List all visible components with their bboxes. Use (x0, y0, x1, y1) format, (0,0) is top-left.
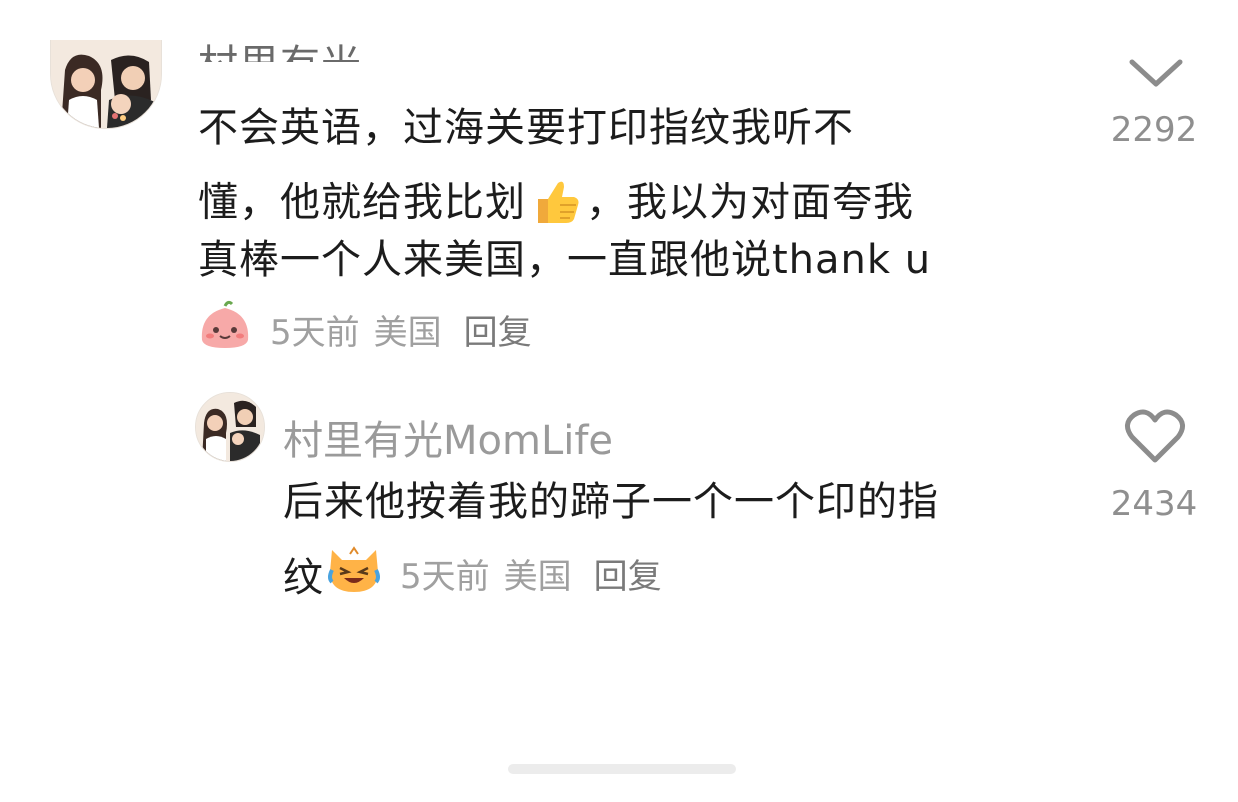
chevron-down-icon[interactable] (1128, 52, 1184, 92)
comment-time: 5天前 (400, 557, 490, 597)
comment-item-1: 村里有光 2292 不会英语，过海关要打印指纹我听不 懂，他就给我比划 ，我以为… (0, 0, 1238, 360)
username-cut: 村里有光 (198, 40, 398, 62)
avatar[interactable] (50, 40, 162, 129)
comment-time: 5天前 (270, 313, 360, 353)
family-avatar-icon (196, 393, 264, 461)
comment-line-2-meta: 纹 5天前 美国 回复 (283, 544, 662, 603)
avatar[interactable] (195, 392, 265, 462)
comment-text-line-1: 不会英语，过海关要打印指纹我听不 (198, 105, 854, 151)
username[interactable]: 村里有光MomLife (283, 408, 613, 466)
comment-location: 美国 (503, 557, 572, 597)
like-count: 2434 (1110, 484, 1198, 524)
reply-button[interactable]: 回复 (464, 305, 532, 354)
thumbs-up-icon (530, 175, 582, 234)
home-indicator (508, 764, 736, 774)
comment-text-line-1: 后来他按着我的蹄子一个一个印的指 (283, 479, 939, 525)
like-count: 2292 (1110, 110, 1198, 150)
comment-location: 美国 (373, 313, 442, 353)
heart-outline-icon[interactable] (1124, 408, 1186, 464)
crying-laughing-cat-icon (326, 544, 382, 603)
comment-text-line-3: 真棒一个人来美国，一直跟他说thank u (198, 237, 932, 283)
reply-button[interactable]: 回复 (594, 549, 662, 598)
pink-bun-sticker-icon (198, 300, 252, 359)
comment-text-line-2: 纹 (283, 554, 324, 601)
comment-item-2: 村里有光MomLife 2434 后来他按着我的蹄子一个一个印的指 纹 5天前 … (0, 360, 1238, 620)
family-avatar-icon (51, 40, 161, 128)
comment-text-line-2: 懂，他就给我比划 ，我以为对面夸我 (198, 175, 914, 234)
comment-meta: 5天前 美国 回复 (198, 300, 532, 359)
